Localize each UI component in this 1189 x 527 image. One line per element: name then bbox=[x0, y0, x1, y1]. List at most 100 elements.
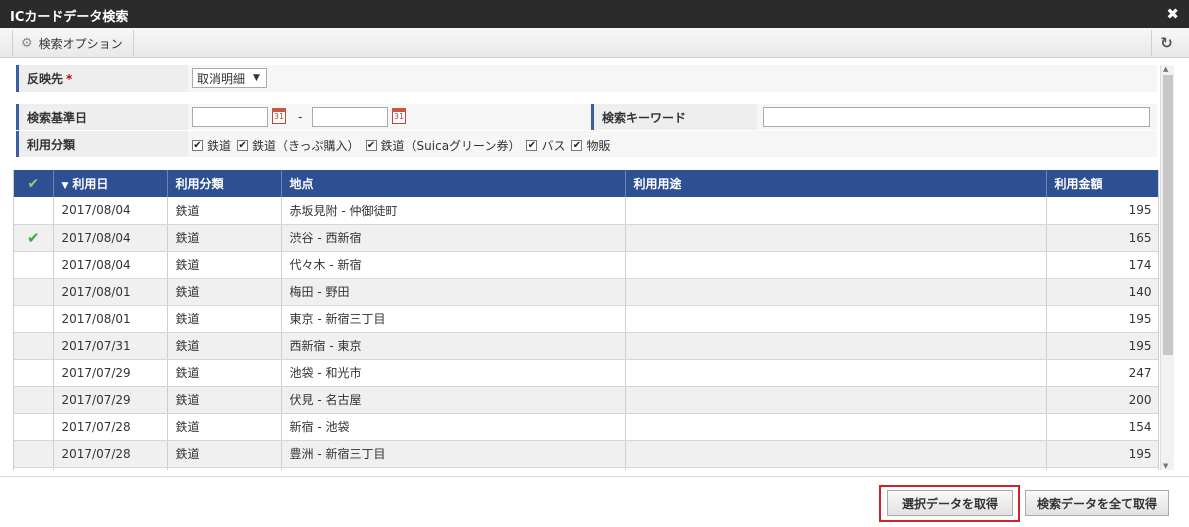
required-mark: * bbox=[66, 71, 73, 86]
sort-desc-icon: ▼ bbox=[61, 181, 69, 191]
cell-date: 2017/08/01 bbox=[53, 305, 168, 333]
cell-category: 鉄道 bbox=[167, 305, 282, 333]
cell-amount: 195 bbox=[1046, 332, 1158, 360]
cell-category: 鉄道 bbox=[167, 359, 282, 387]
table-row[interactable]: 2017/07/31 鉄道 西新宿 - 東京 195 bbox=[14, 332, 1158, 360]
cell-amount: 140 bbox=[1046, 278, 1158, 306]
usage-label: 利用分類 bbox=[16, 131, 188, 157]
get-all-button[interactable]: 検索データを全て取得 bbox=[1025, 490, 1169, 516]
usage-option-label: 鉄道（きっぷ購入） bbox=[252, 139, 360, 153]
date-separator: - bbox=[298, 110, 303, 124]
usage-checkbox[interactable]: ✔ bbox=[365, 140, 377, 151]
row-checkbox[interactable] bbox=[14, 413, 54, 441]
cell-date: 2017/07/31 bbox=[53, 332, 168, 360]
cell-category: 鉄道 bbox=[167, 251, 282, 279]
usage-row: 利用分類 ✔ 鉄道 ✔ 鉄道（きっぷ購入） ✔ 鉄道（Suicaグリーン券） ✔ バス … bbox=[16, 131, 1157, 157]
cell-purpose bbox=[625, 359, 1047, 387]
row-checkbox[interactable] bbox=[14, 359, 54, 387]
calendar-icon[interactable]: 31 bbox=[272, 108, 286, 124]
date-to-input[interactable] bbox=[312, 107, 388, 127]
vertical-scrollbar[interactable]: ▲ ▼ bbox=[1160, 65, 1174, 470]
cell-amount: 200 bbox=[1046, 386, 1158, 414]
usage-option-label: 物販 bbox=[586, 139, 611, 153]
table-row[interactable]: 2017/08/04 鉄道 赤坂見附 - 仲御徒町 195 bbox=[14, 197, 1158, 225]
cell-category: 鉄道 bbox=[167, 332, 282, 360]
table-row[interactable]: 2017/08/01 鉄道 東京 - 新宿三丁目 195 bbox=[14, 305, 1158, 333]
keyword-input[interactable] bbox=[763, 107, 1150, 127]
table-row[interactable]: 2017/07/28 鉄道 豊洲 - 新宿三丁目 195 bbox=[14, 440, 1158, 468]
cell-place: 梅田 - 野田 bbox=[281, 278, 626, 306]
usage-checkbox[interactable]: ✔ bbox=[526, 140, 538, 151]
reflect-select[interactable]: 取消明細 ▼ bbox=[192, 68, 267, 88]
row-checkbox[interactable] bbox=[14, 440, 54, 468]
row-checkbox[interactable] bbox=[14, 332, 54, 360]
footer: 選択データを取得 検索データを全て取得 bbox=[0, 476, 1189, 527]
usage-checkbox[interactable]: ✔ bbox=[571, 140, 583, 151]
keyword-label: 検索キーワード bbox=[591, 104, 757, 130]
cell-date: 2017/07/29 bbox=[53, 386, 168, 414]
cell-category: 鉄道 bbox=[167, 278, 282, 306]
search-options-label: 検索オプション bbox=[38, 36, 123, 51]
cell-amount: 195 bbox=[1046, 305, 1158, 333]
date-from-input[interactable] bbox=[192, 107, 268, 127]
cell-date: 2017/08/04 bbox=[53, 197, 168, 225]
cell-category: 鉄道 bbox=[167, 440, 282, 468]
table-row[interactable]: 2017/07/29 鉄道 池袋 - 和光市 247 bbox=[14, 359, 1158, 387]
get-selected-button[interactable]: 選択データを取得 bbox=[887, 490, 1013, 516]
cell-amount: 247 bbox=[1046, 359, 1158, 387]
cell-place: 池袋 - 和光市 bbox=[281, 359, 626, 387]
cell-place: 西新宿 - 東京 bbox=[281, 332, 626, 360]
cell-purpose bbox=[625, 467, 1047, 470]
cell-place: 代々木 - 新宿 bbox=[281, 251, 626, 279]
row-checkbox[interactable] bbox=[14, 278, 54, 306]
usage-option-label: 鉄道 bbox=[207, 139, 232, 153]
cell-amount: 154 bbox=[1046, 413, 1158, 441]
row-checkbox[interactable] bbox=[14, 197, 54, 225]
close-icon[interactable]: ✖ bbox=[1166, 5, 1179, 23]
toolbar: ⚙ 検索オプション ↻ bbox=[0, 28, 1189, 58]
cell-place: 伏見 - 名古屋 bbox=[281, 386, 626, 414]
cell-purpose bbox=[625, 197, 1047, 225]
row-checkbox[interactable]: ✔ bbox=[14, 224, 54, 252]
cell-place: 赤坂見附 - 仲御徒町 bbox=[281, 197, 626, 225]
row-checkbox[interactable] bbox=[14, 386, 54, 414]
table-row[interactable]: ✔ 2017/08/04 鉄道 渋谷 - 西新宿 165 bbox=[14, 224, 1158, 252]
column-header-place[interactable]: 地点 bbox=[281, 170, 626, 197]
search-options-button[interactable]: ⚙ 検索オプション bbox=[12, 30, 134, 56]
select-all-checkbox[interactable]: ✔ bbox=[14, 170, 54, 197]
column-header-purpose[interactable]: 利用用途 bbox=[625, 170, 1047, 197]
column-header-category[interactable]: 利用分類 bbox=[167, 170, 282, 197]
check-icon: ✔ bbox=[26, 228, 40, 247]
cell-date: 2017/08/01 bbox=[53, 278, 168, 306]
scroll-down-icon[interactable]: ▼ bbox=[1163, 462, 1168, 470]
table-row[interactable]: 2017/08/04 鉄道 代々木 - 新宿 174 bbox=[14, 251, 1158, 279]
usage-checkbox[interactable]: ✔ bbox=[237, 140, 249, 151]
cell-date: 2017/07/29 bbox=[53, 359, 168, 387]
cell-purpose bbox=[625, 386, 1047, 414]
table-row[interactable]: 2017/07/28 鉄道 新宿 - 池袋 154 bbox=[14, 413, 1158, 441]
cell-amount: 174 bbox=[1046, 251, 1158, 279]
usage-option-label: 鉄道（Suicaグリーン券） bbox=[380, 139, 521, 153]
row-checkbox[interactable] bbox=[14, 251, 54, 279]
cell-amount: 195 bbox=[1046, 440, 1158, 468]
calendar-icon[interactable]: 31 bbox=[392, 108, 406, 124]
usage-checkbox[interactable]: ✔ bbox=[192, 140, 203, 151]
table-row[interactable]: 2017/07/29 鉄道 伏見 - 名古屋 200 bbox=[14, 386, 1158, 414]
cell-amount: 165 bbox=[1046, 224, 1158, 252]
cell-amount bbox=[1046, 467, 1158, 470]
column-header-date[interactable]: ▼ 利用日 bbox=[53, 170, 168, 197]
table-row[interactable]: 2017/08/01 鉄道 梅田 - 野田 140 bbox=[14, 278, 1158, 306]
scroll-up-icon[interactable]: ▲ bbox=[1163, 65, 1168, 73]
cell-purpose bbox=[625, 224, 1047, 252]
cell-date: 2017/08/04 bbox=[53, 224, 168, 252]
cell-place: 豊洲 - 新宿三丁目 bbox=[281, 440, 626, 468]
scrollbar-thumb[interactable] bbox=[1163, 75, 1173, 355]
row-checkbox[interactable] bbox=[14, 305, 54, 333]
refresh-icon[interactable]: ↻ bbox=[1151, 30, 1181, 56]
date-row: 検索基準日 31 - 31 検索キーワード bbox=[16, 104, 1157, 130]
table-row[interactable] bbox=[14, 467, 1158, 470]
cell-category: 鉄道 bbox=[167, 197, 282, 225]
column-header-amount[interactable]: 利用金額 bbox=[1046, 170, 1158, 197]
cell-category: 鉄道 bbox=[167, 413, 282, 441]
row-checkbox[interactable] bbox=[14, 467, 54, 470]
